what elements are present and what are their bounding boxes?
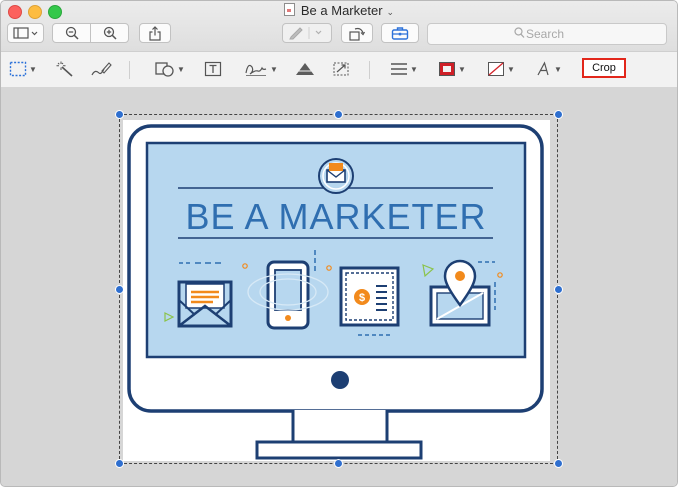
crop-button[interactable]: Crop [582,58,626,78]
document-icon [283,3,295,16]
sketch-icon [91,62,112,76]
text-style-icon [537,61,549,76]
text-style-button[interactable]: ▼ [536,59,562,79]
toolbox-button[interactable] [381,23,419,43]
selection-handle-top-right[interactable] [554,110,563,119]
share-icon [149,25,161,41]
selection-handle-bottom[interactable] [334,459,343,468]
window-title[interactable]: Be a Marketer ⌄ [1,2,677,20]
text-box-icon [204,61,222,77]
search-icon [514,27,525,38]
resize-icon [333,62,349,76]
selection-handle-left[interactable] [115,285,124,294]
crop-selection-rectangle[interactable] [119,114,558,464]
chevron-down-icon: ⌄ [386,7,395,17]
rectangular-selection-icon [9,61,27,77]
border-color-button[interactable]: ▼ [438,59,466,79]
fill-color-icon [488,62,504,76]
rotate-button[interactable] [341,23,373,43]
signature-button[interactable]: ▼ [244,59,278,79]
sketch-button[interactable] [90,59,112,79]
zoom-out-icon [65,26,79,40]
adjust-size-button[interactable] [332,59,350,79]
chevron-down-icon: ▼ [29,64,37,74]
share-button[interactable] [139,23,171,43]
window-title-text: Be a Marketer [300,3,383,18]
selection-handle-bottom-left[interactable] [115,459,124,468]
search-placeholder: Search [526,27,565,41]
toolbar-divider [369,61,370,79]
selection-handle-top-left[interactable] [115,110,124,119]
zoom-in-button[interactable] [90,23,129,43]
chevron-down-icon: ▼ [177,64,185,74]
line-style-button[interactable]: ▼ [390,59,418,79]
magic-wand-icon [56,61,73,77]
chevron-down-icon: ▼ [270,64,278,74]
border-color-icon [439,62,455,76]
adjust-color-icon [295,63,315,75]
text-tool-button[interactable] [204,59,222,79]
line-style-icon [391,63,407,75]
shapes-icon [155,62,174,77]
rotate-icon [349,27,365,41]
shapes-button[interactable]: ▼ [155,59,185,79]
crop-button-label: Crop [592,62,616,74]
adjust-color-button[interactable] [294,59,316,79]
signature-icon [245,64,267,76]
sidebar-icon [12,27,37,39]
preview-window: Be a Marketer ⌄ Search ▼ ▼ ▼ ▼ ▼ ▼ ▼ Cro… [0,0,678,487]
markup-pen-button[interactable] [282,23,332,43]
zoom-in-icon [103,26,117,40]
chevron-down-icon: ▼ [410,64,418,74]
chevron-down-icon: ▼ [554,64,562,74]
selection-handle-top[interactable] [334,110,343,119]
pen-icon [289,27,322,40]
selection-handle-bottom-right[interactable] [554,459,563,468]
search-field[interactable]: Search [427,23,667,45]
chevron-down-icon: ▼ [458,64,466,74]
sidebar-view-button[interactable] [7,23,44,43]
selection-handle-right[interactable] [554,285,563,294]
title-bar: Be a Marketer ⌄ Search [1,1,677,51]
toolbar-divider [129,61,130,79]
fill-color-button[interactable]: ▼ [487,59,515,79]
instant-alpha-button[interactable] [56,59,74,79]
selection-tool-button[interactable]: ▼ [9,59,37,79]
zoom-out-button[interactable] [52,23,91,43]
chevron-down-icon: ▼ [507,64,515,74]
toolbox-icon [391,27,409,40]
